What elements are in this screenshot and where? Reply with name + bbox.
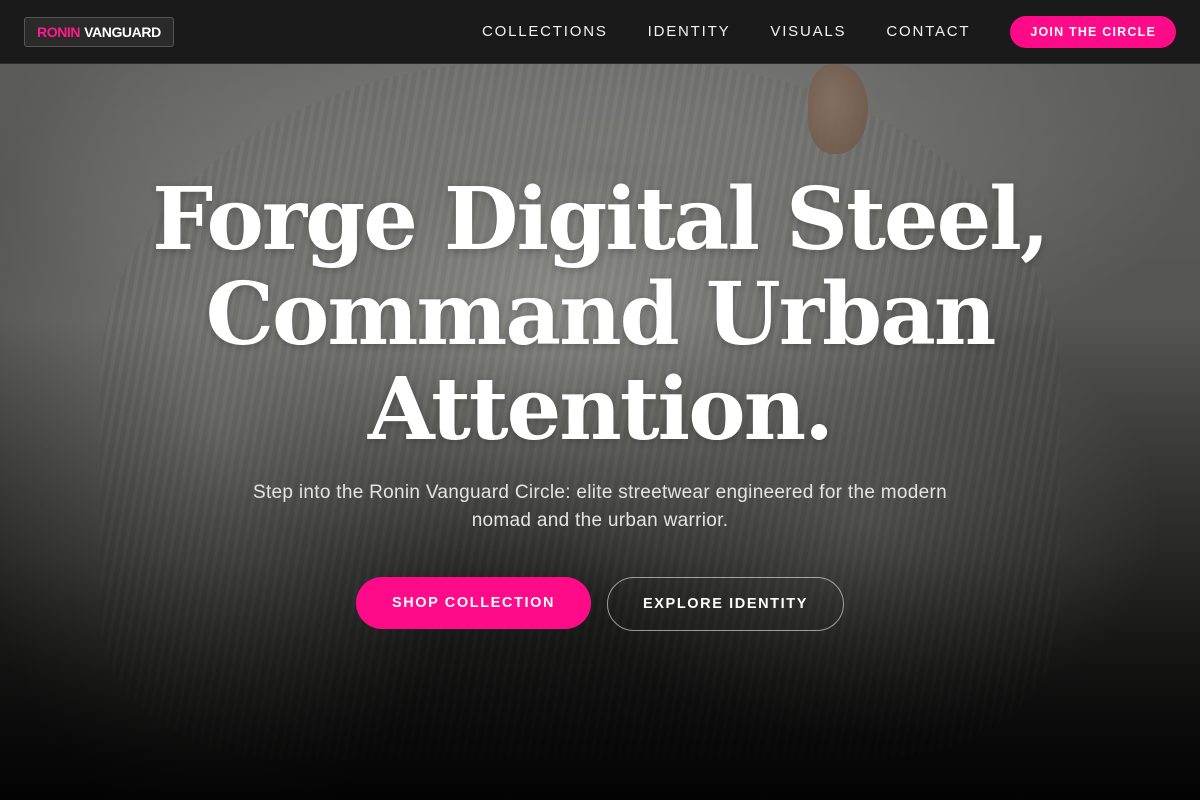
shop-collection-button[interactable]: SHOP COLLECTION xyxy=(356,577,591,629)
nav-link-collections[interactable]: COLLECTIONS xyxy=(482,23,608,40)
nav-link-identity[interactable]: IDENTITY xyxy=(648,23,731,40)
headline-line-3: Attention. xyxy=(367,359,834,460)
nav-link-contact[interactable]: CONTACT xyxy=(886,23,970,40)
main-nav: COLLECTIONS IDENTITY VISUALS CONTACT xyxy=(482,23,970,40)
join-the-circle-button[interactable]: JOIN THE CIRCLE xyxy=(1010,15,1176,48)
nav-link-visuals[interactable]: VISUALS xyxy=(770,23,846,40)
brand-logo[interactable]: RONIN VANGUARD xyxy=(24,16,174,47)
hero-subtext: Step into the Ronin Vanguard Circle: eli… xyxy=(252,482,947,531)
explore-identity-button[interactable]: EXPLORE IDENTITY xyxy=(607,577,844,631)
headline-line-1: Forge Digital Steel, xyxy=(152,169,1050,270)
hero-headline: Forge Digital Steel, Command Urban Atten… xyxy=(0,172,1200,457)
brand-logo-vanguard: VANGUARD xyxy=(84,23,161,40)
top-navbar: RONIN VANGUARD COLLECTIONS IDENTITY VISU… xyxy=(0,0,1200,64)
brand-logo-ronin: RONIN xyxy=(37,23,81,40)
headline-line-2: Command Urban xyxy=(205,264,997,365)
hero-buttons: SHOP COLLECTION EXPLORE IDENTITY xyxy=(0,577,1200,631)
hero-section: Forge Digital Steel, Command Urban Atten… xyxy=(0,172,1200,631)
